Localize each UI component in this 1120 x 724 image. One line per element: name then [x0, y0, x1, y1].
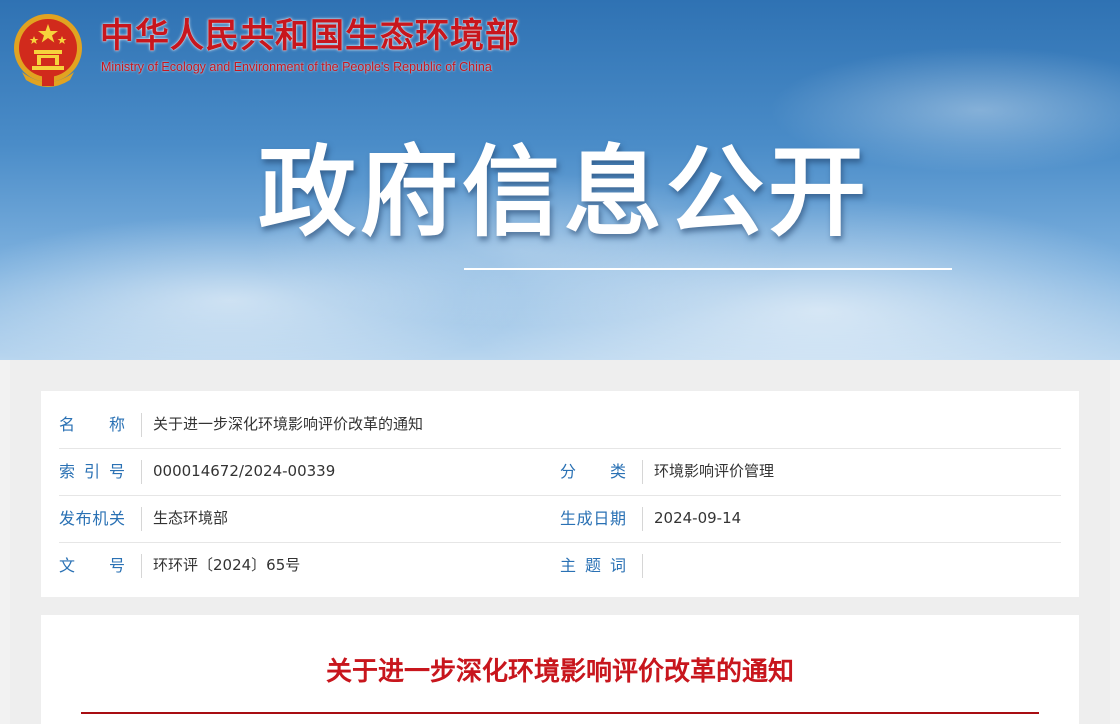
header-banner: 中华人民共和国生态环境部 Ministry of Ecology and Env… — [0, 0, 1120, 360]
meta-row-docno: 文号 环环评〔2024〕65号 主题词 — [59, 542, 1061, 589]
document-meta-table: 名称 关于进一步深化环境影响评价改革的通知 索引号 000014672/2024… — [41, 391, 1079, 597]
meta-row-publisher: 发布机关 生态环境部 生成日期 2024-09-14 — [59, 495, 1061, 543]
category-value: 环境影响评价管理 — [654, 462, 775, 480]
publisher-label: 发布机关 — [59, 509, 125, 528]
date-label: 生成日期 — [560, 509, 626, 528]
article-body: 关于进一步深化环境影响评价改革的通知 — [41, 615, 1079, 724]
meta-row-name: 名称 关于进一步深化环境影响评价改革的通知 — [59, 401, 1061, 449]
cell-divider — [642, 460, 643, 484]
ministry-name-en[interactable]: Ministry of Ecology and Environment of t… — [101, 60, 492, 74]
category-label: 分类 — [560, 462, 626, 481]
article-title-rule — [81, 712, 1039, 714]
cell-divider — [642, 507, 643, 531]
banner-title-underline — [464, 268, 952, 270]
meta-row-index: 索引号 000014672/2024-00339 分类 环境影响评价管理 — [59, 448, 1061, 496]
keywords-label: 主题词 — [560, 556, 626, 575]
index-value: 000014672/2024-00339 — [153, 462, 336, 480]
cell-divider — [141, 554, 142, 578]
docno-label: 文号 — [59, 556, 125, 575]
article-title: 关于进一步深化环境影响评价改革的通知 — [325, 657, 794, 687]
name-label: 名称 — [59, 415, 125, 434]
cell-divider — [141, 507, 142, 531]
cell-divider — [141, 460, 142, 484]
ministry-name-cn[interactable]: 中华人民共和国生态环境部 — [100, 16, 520, 56]
cell-divider — [642, 554, 643, 578]
docno-value: 环环评〔2024〕65号 — [153, 556, 301, 574]
banner-title: 政府信息公开 — [258, 136, 871, 250]
publisher-value: 生态环境部 — [153, 509, 229, 527]
cell-divider — [141, 413, 142, 437]
national-emblem-icon — [14, 14, 82, 87]
index-label: 索引号 — [59, 462, 125, 481]
name-value: 关于进一步深化环境影响评价改革的通知 — [153, 415, 424, 433]
date-value: 2024-09-14 — [654, 509, 742, 527]
